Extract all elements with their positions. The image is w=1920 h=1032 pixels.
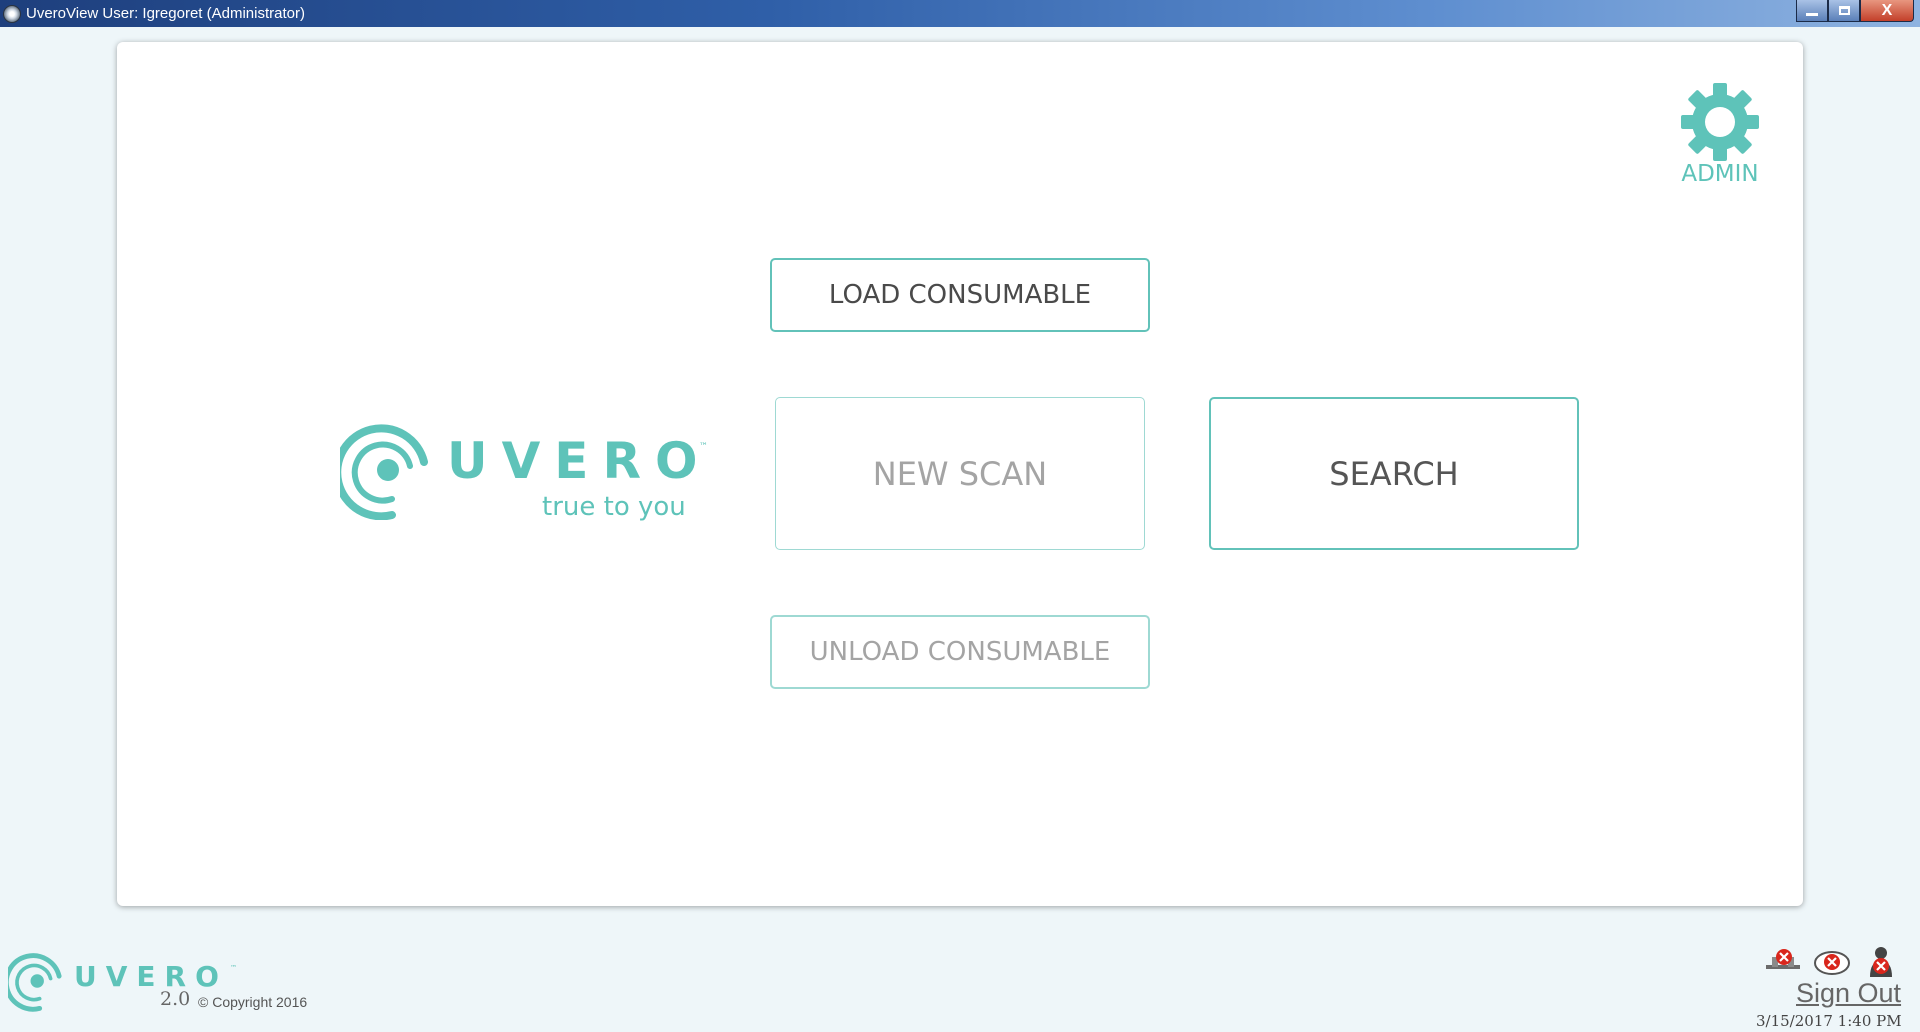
window-title: UveroView User: Igregoret (Administrator… xyxy=(26,5,305,22)
maximize-icon xyxy=(1838,6,1850,15)
datetime-label: 3/15/2017 1:40 PM xyxy=(1756,1012,1902,1030)
footer-wordmark: UVERO xyxy=(74,960,228,993)
admin-button[interactable]: ADMIN xyxy=(1674,82,1766,192)
admin-label: ADMIN xyxy=(1681,161,1759,187)
footer-logo-mark xyxy=(8,953,62,1012)
title-bar: UveroView User: Igregoret (Administrator… xyxy=(0,0,1920,27)
sign-out-link[interactable]: Sign Out xyxy=(1796,978,1901,1009)
minimize-button[interactable] xyxy=(1796,0,1828,22)
cloud-disconnected-icon[interactable] xyxy=(1813,945,1851,977)
status-icons xyxy=(1764,945,1911,977)
maximize-button[interactable] xyxy=(1828,0,1860,22)
load-consumable-button[interactable]: LOAD CONSUMABLE xyxy=(770,258,1150,332)
trademark-symbol: ™ xyxy=(699,442,708,452)
uvero-logo-mark xyxy=(340,424,428,520)
search-button[interactable]: SEARCH xyxy=(1209,397,1579,550)
footer-trademark: ™ xyxy=(230,964,237,972)
minimize-icon xyxy=(1806,13,1818,16)
version-label: 2.0 xyxy=(160,988,191,1010)
unload-consumable-button[interactable]: UNLOAD CONSUMABLE xyxy=(770,615,1150,689)
tagline: true to you xyxy=(542,492,686,522)
uvero-wordmark: UVERO xyxy=(447,432,712,490)
network-disconnected-icon[interactable] xyxy=(1764,945,1802,977)
app-icon xyxy=(3,4,21,23)
close-icon: X xyxy=(1881,1,1893,19)
window-controls: X xyxy=(1796,0,1914,22)
copyright-label: © Copyright 2016 xyxy=(198,994,308,1010)
user-disconnected-icon[interactable] xyxy=(1862,945,1900,977)
gear-icon xyxy=(1681,83,1759,161)
close-button[interactable]: X xyxy=(1860,0,1914,22)
new-scan-button[interactable]: NEW SCAN xyxy=(775,397,1145,550)
